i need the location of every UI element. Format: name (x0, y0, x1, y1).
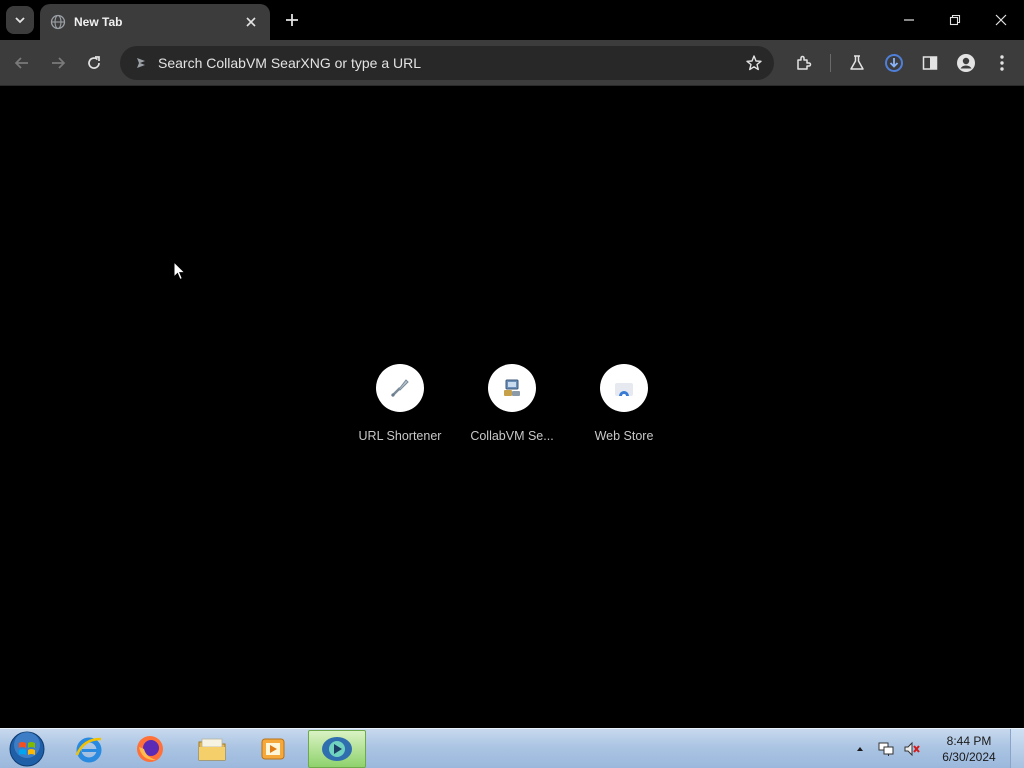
close-icon (995, 14, 1007, 26)
show-desktop-button[interactable] (1010, 729, 1024, 768)
start-button[interactable] (7, 730, 47, 768)
download-icon (885, 54, 903, 72)
close-tab-icon[interactable] (242, 13, 260, 31)
bookmark-star-icon[interactable] (744, 53, 764, 73)
reload-icon (88, 56, 100, 69)
chevron-down-icon (15, 17, 25, 24)
menu-icon (1000, 55, 1004, 71)
plus-icon (286, 14, 298, 26)
taskbar-internet-explorer[interactable] (60, 730, 118, 768)
show-hidden-icons-button[interactable] (850, 739, 870, 759)
new-tab-page: URL Shortener CollabVM Se... Web Store (0, 87, 1024, 728)
forward-button[interactable] (44, 49, 72, 77)
restore-icon (949, 14, 961, 26)
download-button[interactable] (882, 51, 906, 75)
profile-button[interactable] (954, 51, 978, 75)
side-panel-icon (922, 56, 938, 70)
forward-icon (52, 57, 66, 69)
chrome-app-icon (322, 737, 352, 761)
clock-time: 8:44 PM (946, 734, 992, 748)
tab-search-button[interactable] (6, 6, 34, 34)
system-tray: 8:44 PM 6/30/2024 (850, 729, 1024, 768)
internet-explorer-icon (75, 737, 102, 763)
file-explorer-icon (198, 738, 226, 761)
volume-tray-button[interactable] (902, 739, 922, 759)
shortcut-label: CollabVM Se... (470, 429, 554, 443)
taskbar-file-explorer[interactable] (183, 730, 241, 768)
shortcut-collabvm-searxng[interactable]: CollabVM Se... (456, 364, 568, 444)
side-panel-button[interactable] (918, 51, 942, 75)
browser-toolbar (0, 40, 1024, 86)
address-bar-input[interactable] (158, 55, 744, 71)
menu-button[interactable] (990, 51, 1014, 75)
minimize-button[interactable] (886, 0, 932, 40)
back-button[interactable] (8, 49, 36, 77)
collabvm-icon (504, 379, 520, 396)
shortcut-label: Web Store (594, 429, 654, 443)
shortcut-icon-circle (488, 364, 536, 412)
shortcut-web-store[interactable]: Web Store (568, 364, 680, 444)
link-icon (391, 379, 409, 397)
reload-button[interactable] (80, 49, 108, 77)
web-store-icon (615, 383, 633, 398)
clock-date: 6/30/2024 (942, 750, 996, 764)
extensions-button[interactable] (792, 51, 816, 75)
search-engine-icon (132, 54, 150, 72)
chevron-up-icon (857, 747, 863, 751)
tab-new-tab[interactable]: New Tab (40, 4, 270, 40)
taskbar-chrome-app[interactable] (308, 730, 366, 768)
shortcut-label: URL Shortener (358, 429, 442, 443)
window-controls (886, 0, 1024, 40)
windows-taskbar: 8:44 PM 6/30/2024 (0, 728, 1024, 768)
shortcut-icon-circle (600, 364, 648, 412)
omnibox[interactable] (120, 46, 774, 80)
firefox-icon (137, 736, 163, 762)
shortcut-url-shortener[interactable]: URL Shortener (344, 364, 456, 444)
shortcut-icon-circle (376, 364, 424, 412)
labs-icon (850, 55, 864, 70)
back-icon (14, 57, 28, 69)
taskbar-firefox[interactable] (121, 730, 179, 768)
windows-start-icon (9, 731, 45, 767)
mouse-cursor-icon (173, 261, 187, 281)
taskbar-clock[interactable]: 8:44 PM 6/30/2024 (934, 733, 1004, 765)
close-window-button[interactable] (978, 0, 1024, 40)
labs-button[interactable] (845, 51, 869, 75)
restore-button[interactable] (932, 0, 978, 40)
media-player-icon (261, 738, 285, 760)
tab-title: New Tab (74, 15, 123, 29)
globe-icon (50, 14, 66, 30)
network-icon (878, 742, 894, 756)
profile-icon (957, 54, 975, 72)
minimize-icon (904, 19, 914, 21)
volume-muted-icon (904, 741, 920, 757)
toolbar-divider (830, 54, 831, 72)
extensions-icon (797, 55, 812, 70)
tab-strip: New Tab (0, 0, 1024, 40)
taskbar-media-player[interactable] (244, 730, 302, 768)
network-tray-button[interactable] (876, 739, 896, 759)
new-tab-button[interactable] (280, 8, 304, 32)
